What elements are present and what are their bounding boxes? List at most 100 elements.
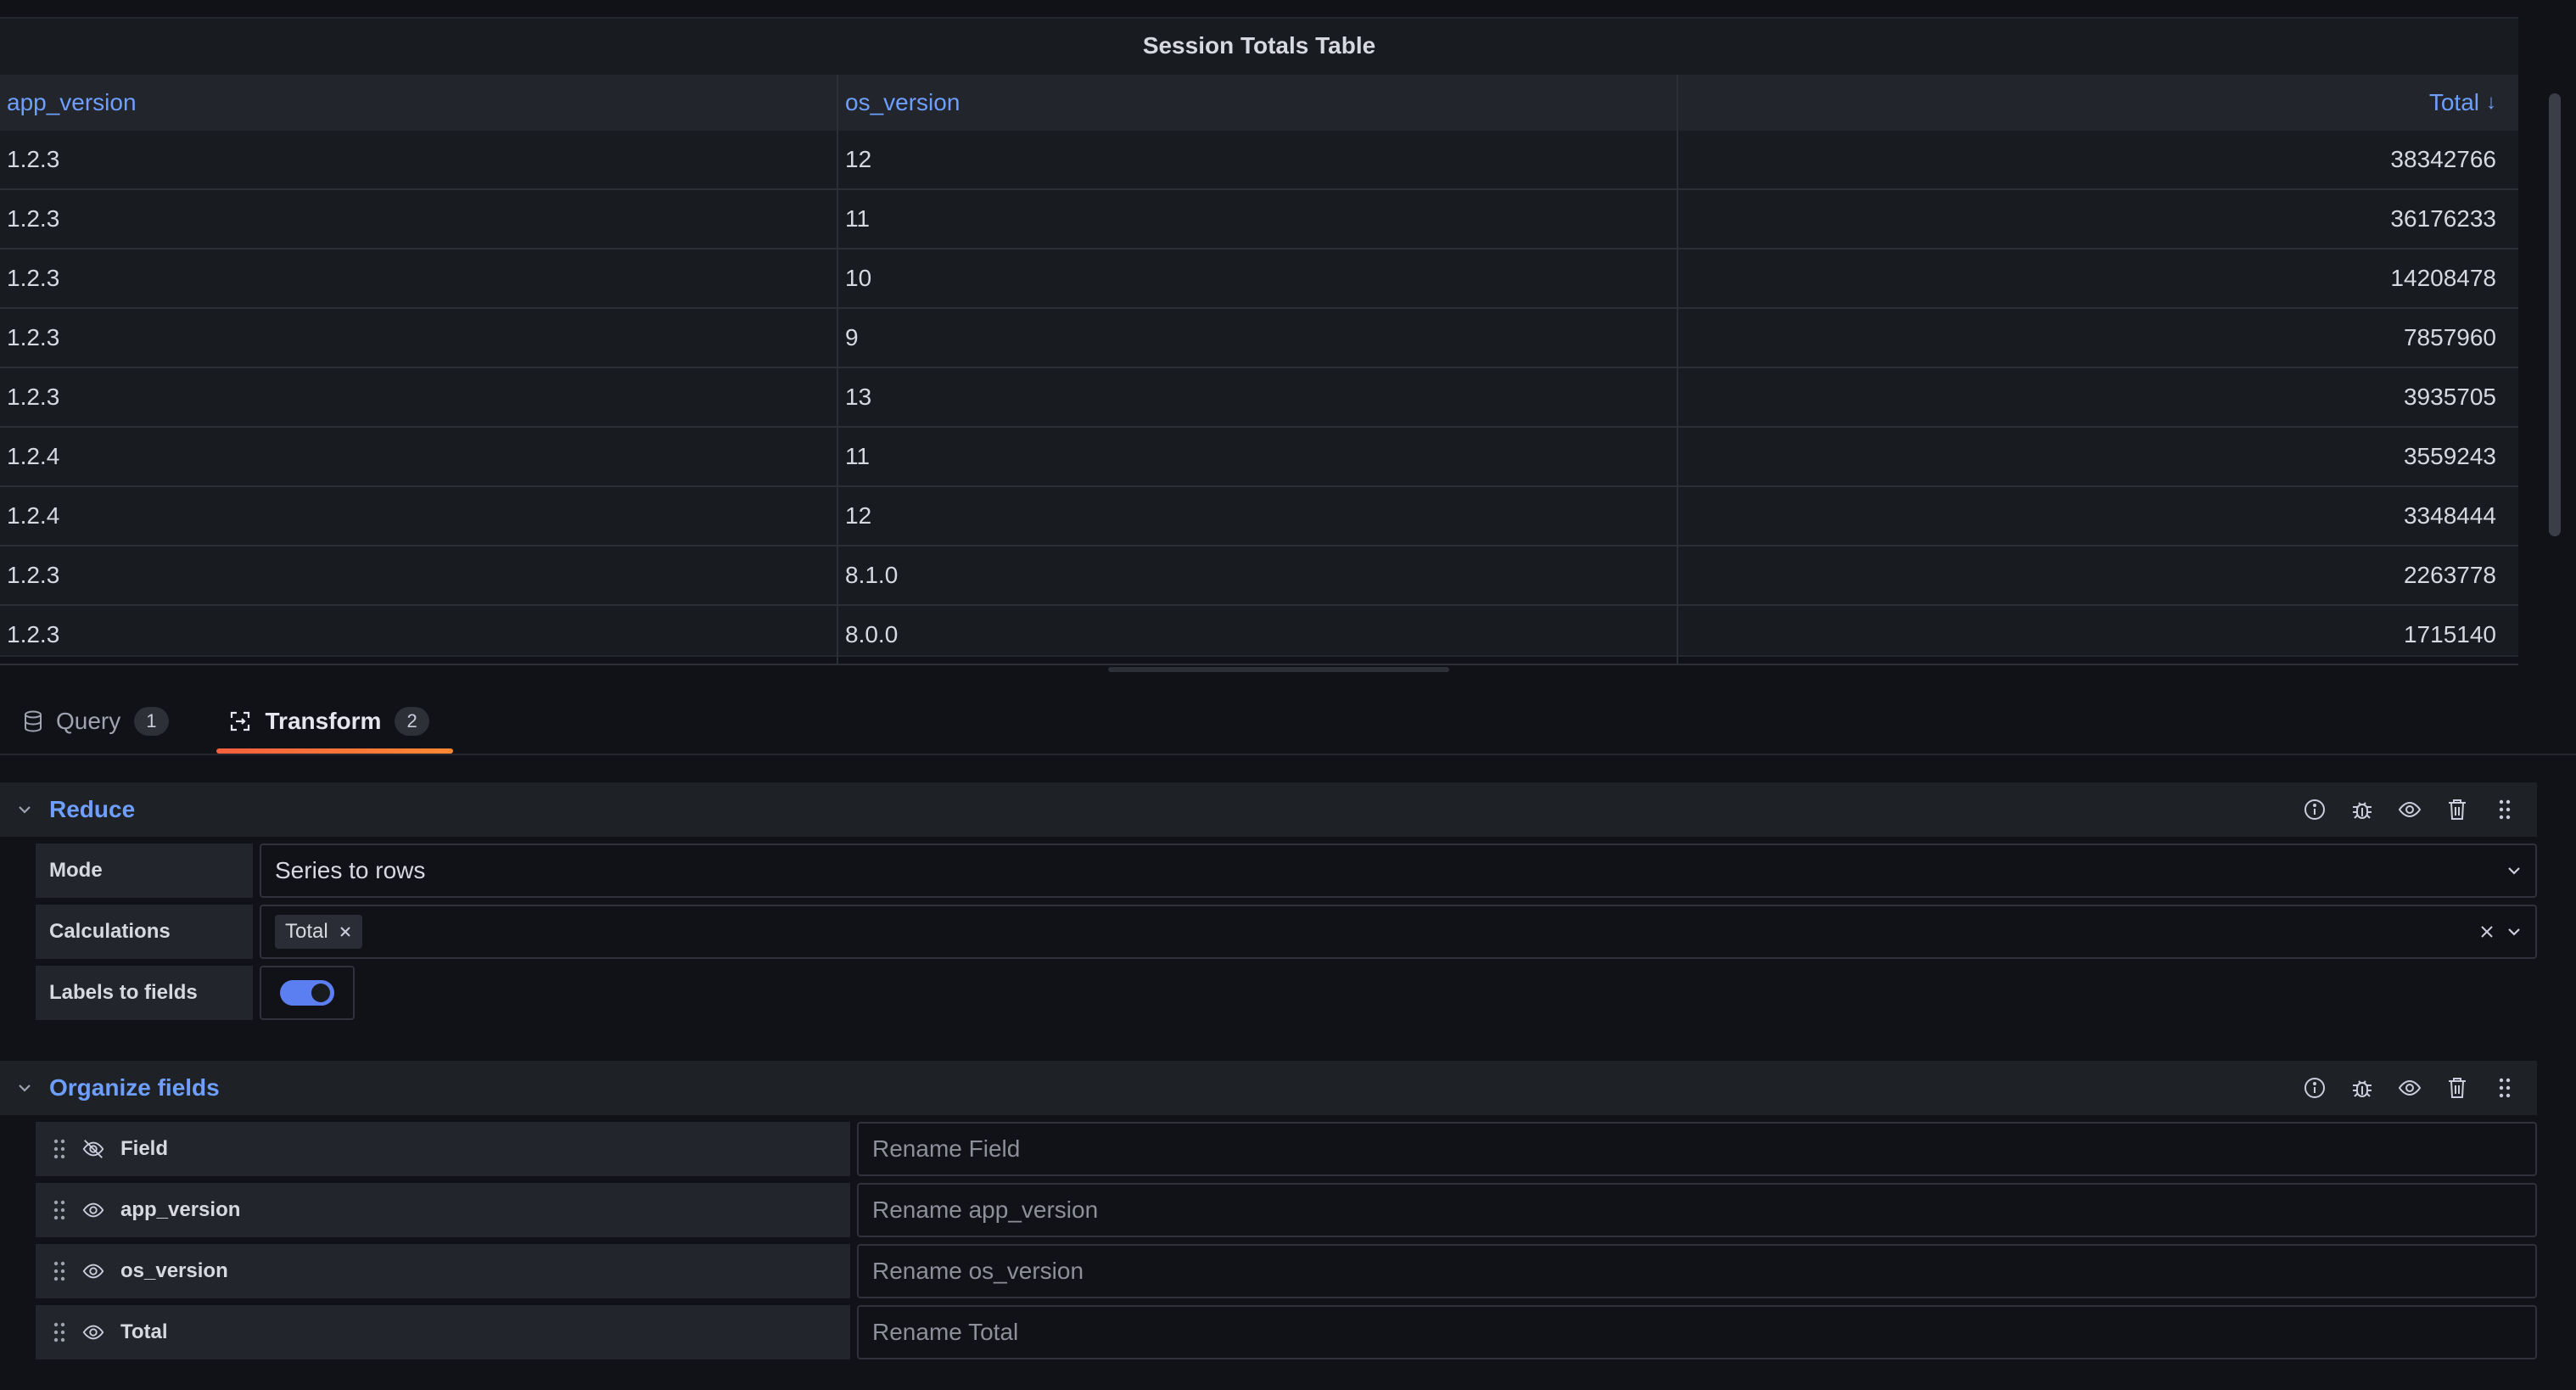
table-cell-total: 7857960 [2403,324,2496,350]
table-cell-os-version: 9 [838,309,1678,367]
table-row: 1.2.3 12 38342766 [0,131,2518,190]
organize-field-name: os_version [120,1259,228,1282]
table-cell-os-version: 8.0.0 [838,606,1678,664]
table-cell-os-version: 11 [838,428,1678,485]
drag-handle-icon[interactable] [53,1260,66,1282]
table-row: 1.2.3 11 36176233 [0,190,2518,249]
table-cell-os-version: 12 [838,131,1678,188]
tab-label: Query [56,708,121,734]
section-actions [2301,1074,2537,1101]
drag-handle-icon[interactable] [53,1199,66,1221]
collapse-chevron-icon[interactable] [0,804,49,815]
rename-field-input[interactable] [857,1244,2537,1298]
transform-icon [228,709,252,733]
tab-transform[interactable]: Transform 2 [204,689,453,754]
tab-label: Transform [265,708,382,734]
database-icon [24,710,42,732]
table-cell-total: 3348444 [2403,502,2496,529]
rename-field-input[interactable] [857,1305,2537,1359]
table-cell-os-version: 12 [838,487,1678,545]
table-cell-total: 2263778 [2403,562,2496,588]
calculations-label: Calculations [36,905,253,959]
mode-select-value: Series to rows [275,857,426,883]
labels-to-fields-toggle[interactable] [280,980,334,1006]
drag-handle-icon[interactable] [53,1138,66,1160]
clear-icon[interactable] [2479,924,2495,939]
trash-icon[interactable] [2444,796,2471,823]
mode-label: Mode [36,844,253,898]
reduce-header[interactable]: Reduce [0,782,2537,837]
eye-icon[interactable] [81,1259,105,1283]
column-header-os-version[interactable]: os_version [838,75,1678,131]
organize-field-row: os_version [36,1244,850,1298]
labels-to-fields-switch-container [260,966,355,1020]
organize-field-name: app_version [120,1198,241,1221]
rename-field-input[interactable] [857,1183,2537,1237]
column-header-label: app_version [7,89,137,115]
table-cell-app-version: 1.2.3 [0,190,838,248]
chevron-down-icon[interactable] [2506,927,2522,937]
section-title: Reduce [49,796,136,822]
chevron-down-icon [2506,866,2522,876]
info-icon[interactable] [2301,796,2328,823]
organize-fields-header[interactable]: Organize fields [0,1061,2537,1115]
eye-icon[interactable] [81,1198,105,1222]
info-icon[interactable] [2301,1074,2328,1101]
column-header-app-version[interactable]: app_version [0,75,838,131]
table-cell-app-version: 1.2.4 [0,428,838,485]
eye-icon[interactable] [2396,796,2423,823]
table-body: 1.2.3 12 38342766 1.2.3 11 36176233 1.2.3 10 142… [0,131,2518,665]
table-row: 1.2.3 10 14208478 [0,249,2518,309]
table-cell-total: 3935705 [2403,384,2496,410]
tab-count-badge: 2 [395,707,429,736]
table-cell-total: 3559243 [2403,443,2496,469]
table-cell-total: 38342766 [2390,146,2496,172]
column-header-label: os_version [845,89,960,115]
organize-field-name: Total [120,1320,168,1343]
debug-icon[interactable] [2349,1074,2376,1101]
remove-tag-icon[interactable] [339,925,352,939]
trash-icon[interactable] [2444,1074,2471,1101]
table-cell-app-version: 1.2.4 [0,487,838,545]
column-header-label: Total [2428,89,2479,115]
tab-query[interactable]: Query 1 [0,689,193,754]
editor-tabs: Query 1 Transform 2 [0,689,2576,755]
table-cell-os-version: 11 [838,190,1678,248]
table-cell-os-version: 10 [838,249,1678,307]
table-cell-app-version: 1.2.3 [0,309,838,367]
table-cell-app-version: 1.2.3 [0,249,838,307]
vertical-scrollbar[interactable] [2549,93,2561,536]
table-header: app_version os_version Total ↓ [0,75,2518,131]
eye-icon[interactable] [2396,1074,2423,1101]
organize-field-row: Total [36,1305,850,1359]
section-title: Organize fields [49,1074,220,1101]
drag-handle-icon[interactable] [2491,1074,2518,1101]
column-header-total[interactable]: Total ↓ [1678,75,2518,131]
eye-off-icon[interactable] [81,1137,105,1161]
organize-field-row: Field [36,1122,850,1176]
panel-title: Session Totals Table [1142,32,1376,59]
table-cell-total: 1715140 [2403,621,2496,647]
mode-select[interactable]: Series to rows [260,844,2537,898]
panel-resize-handle[interactable] [1108,667,1449,672]
collapse-chevron-icon[interactable] [0,1083,49,1093]
table-row: 1.2.3 8.0.0 1715140 [0,606,2518,665]
drag-handle-icon[interactable] [53,1321,66,1343]
labels-to-fields-label: Labels to fields [36,966,253,1020]
section-actions [2301,796,2537,823]
table-cell-os-version: 8.1.0 [838,546,1678,604]
table-row: 1.2.3 8.1.0 2263778 [0,546,2518,606]
rename-field-input[interactable] [857,1122,2537,1176]
table-row: 1.2.3 13 3935705 [0,368,2518,428]
calculation-tag: Total [275,915,362,949]
organize-field-row: app_version [36,1183,850,1237]
debug-icon[interactable] [2349,796,2376,823]
eye-icon[interactable] [81,1320,105,1344]
table-row: 1.2.4 11 3559243 [0,428,2518,487]
table-cell-app-version: 1.2.3 [0,131,838,188]
table-cell-os-version: 13 [838,368,1678,426]
table-cell-total: 14208478 [2390,265,2496,291]
drag-handle-icon[interactable] [2491,796,2518,823]
calculations-select[interactable]: Total [260,905,2537,959]
table-row: 1.2.4 12 3348444 [0,487,2518,546]
